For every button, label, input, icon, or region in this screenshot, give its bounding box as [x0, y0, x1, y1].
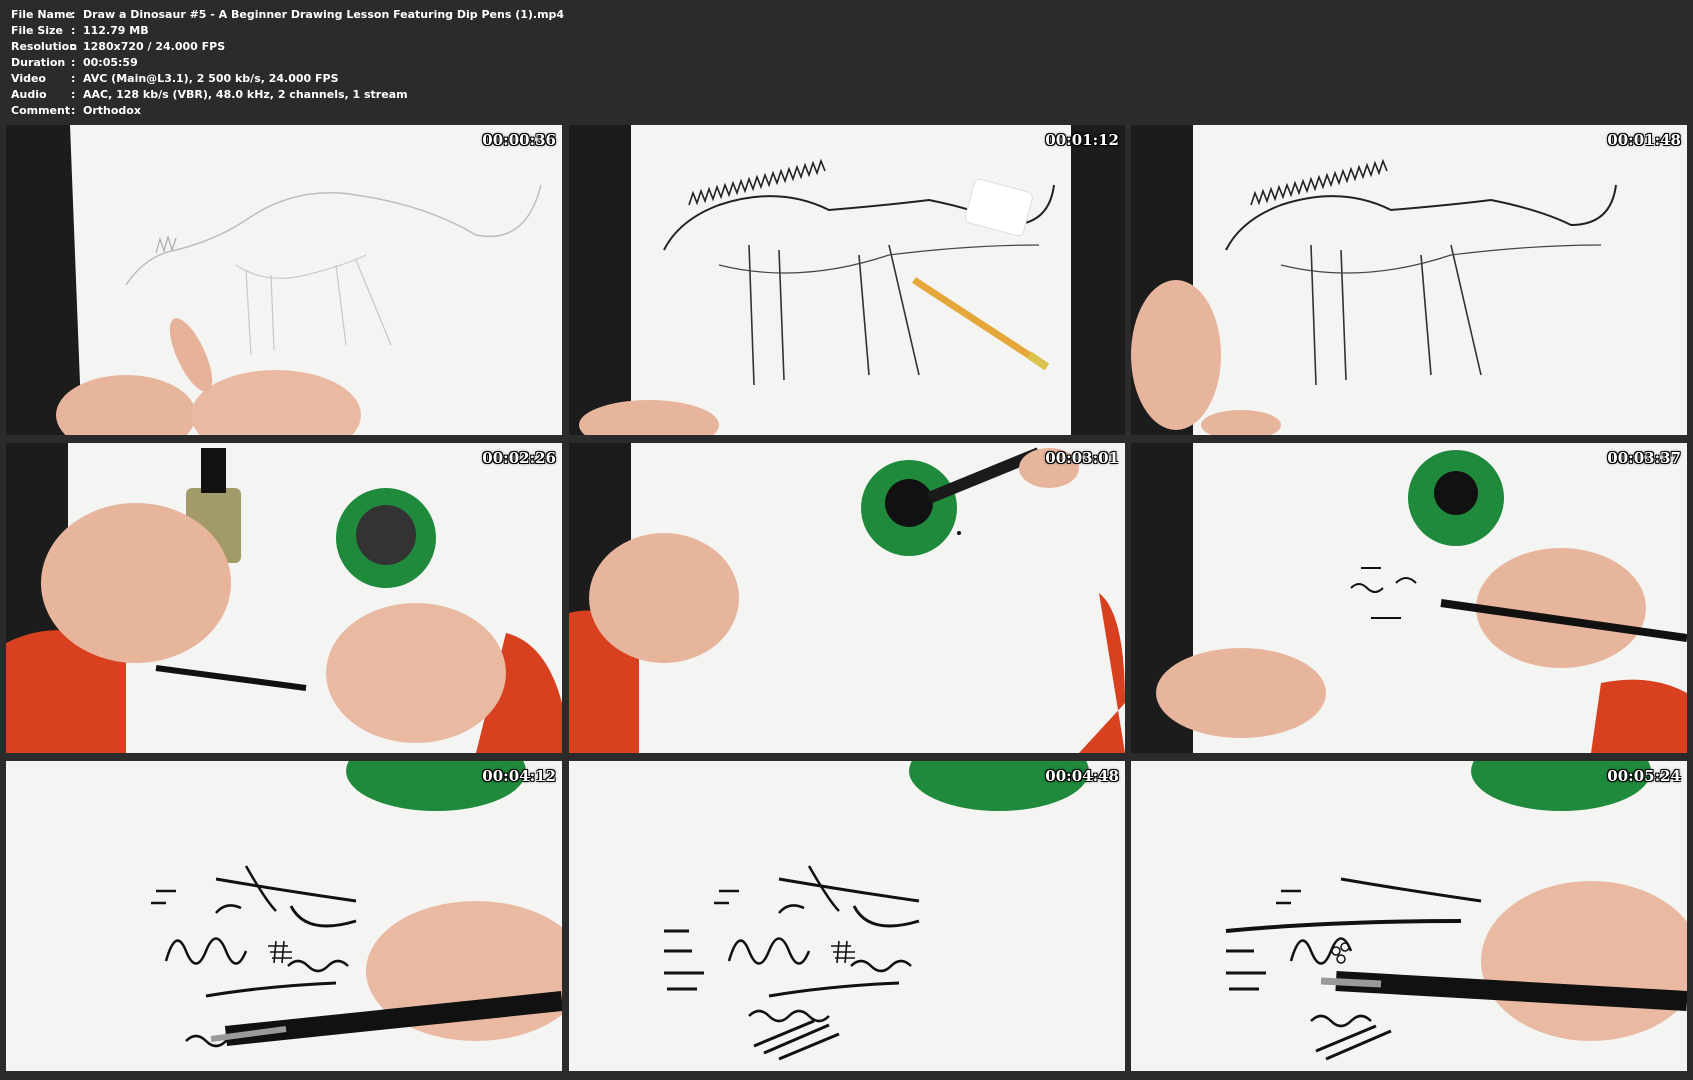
timestamp-label: 00:01:48 [1607, 131, 1681, 149]
info-row-file-size: File Size : 112.79 MB [11, 23, 564, 39]
info-key: Resolution [11, 40, 78, 53]
frame-scene-first-strokes [1131, 443, 1687, 753]
thumbnail-frame-2[interactable]: 00:01:12 [569, 125, 1125, 435]
thumbnail-frame-4[interactable]: 00:02:26 [6, 443, 562, 753]
timestamp-label: 00:01:12 [1045, 131, 1119, 149]
frame-scene-practice-sheet [569, 761, 1125, 1071]
timestamp-label: 00:04:48 [1045, 767, 1119, 785]
info-key: File Size [11, 24, 63, 37]
info-row-audio: Audio : AAC, 128 kb/s (VBR), 48.0 kHz, 2… [11, 87, 564, 103]
info-key: Comment [11, 104, 71, 117]
info-row-comment: Comment : Orthodox [11, 103, 564, 119]
frame-scene-texture-practice [1131, 761, 1687, 1071]
info-key: File Name [11, 8, 73, 21]
thumbnail-frame-3[interactable]: 00:01:48 [1131, 125, 1687, 435]
info-row-video: Video : AVC (Main@L3.1), 2 500 kb/s, 24.… [11, 71, 564, 87]
info-value: Draw a Dinosaur #5 - A Beginner Drawing … [83, 8, 565, 21]
frame-scene-inked-dinosaur-pencil [569, 125, 1125, 435]
info-separator: : [71, 72, 76, 85]
thumbnail-frame-6[interactable]: 00:03:37 [1131, 443, 1687, 753]
info-row-file-name: File Name : Draw a Dinosaur #5 - A Begin… [11, 7, 564, 23]
info-separator: : [71, 40, 76, 53]
info-value: 112.79 MB [83, 24, 149, 37]
info-value: 00:05:59 [83, 56, 138, 69]
timestamp-label: 00:02:26 [482, 449, 556, 467]
info-value: AVC (Main@L3.1), 2 500 kb/s, 24.000 FPS [83, 72, 339, 85]
file-info-panel: File Name : Draw a Dinosaur #5 - A Begin… [11, 7, 564, 119]
timestamp-label: 00:00:36 [482, 131, 556, 149]
info-value: AAC, 128 kb/s (VBR), 48.0 kHz, 2 channel… [83, 88, 408, 101]
thumbnail-frame-5[interactable]: 00:03:01 [569, 443, 1125, 753]
frame-scene-line-practice [6, 761, 562, 1071]
info-separator: : [71, 104, 76, 117]
timestamp-label: 00:04:12 [482, 767, 556, 785]
frame-scene-ink-bottle [6, 443, 562, 753]
info-row-resolution: Resolution : 1280x720 / 24.000 FPS [11, 39, 564, 55]
timestamp-label: 00:03:01 [1045, 449, 1119, 467]
info-key: Audio [11, 88, 47, 101]
info-separator: : [71, 24, 76, 37]
info-separator: : [71, 8, 76, 21]
thumbnail-frame-1[interactable]: 00:00:36 [6, 125, 562, 435]
info-key: Duration [11, 56, 66, 69]
info-value: Orthodox [83, 104, 141, 117]
timestamp-label: 00:05:24 [1607, 767, 1681, 785]
info-separator: : [71, 88, 76, 101]
frame-scene-finished-dinosaur [1131, 125, 1687, 435]
frame-scene-dipping-pen [569, 443, 1125, 753]
thumbnail-frame-9[interactable]: 00:05:24 [1131, 761, 1687, 1071]
info-value: 1280x720 / 24.000 FPS [83, 40, 226, 53]
thumbnail-frame-8[interactable]: 00:04:48 [569, 761, 1125, 1071]
frame-scene-pencil-sketch [6, 125, 562, 435]
info-key: Video [11, 72, 46, 85]
timestamp-label: 00:03:37 [1607, 449, 1681, 467]
info-row-duration: Duration : 00:05:59 [11, 55, 564, 71]
thumbnail-frame-7[interactable]: 00:04:12 [6, 761, 562, 1071]
info-separator: : [71, 56, 76, 69]
